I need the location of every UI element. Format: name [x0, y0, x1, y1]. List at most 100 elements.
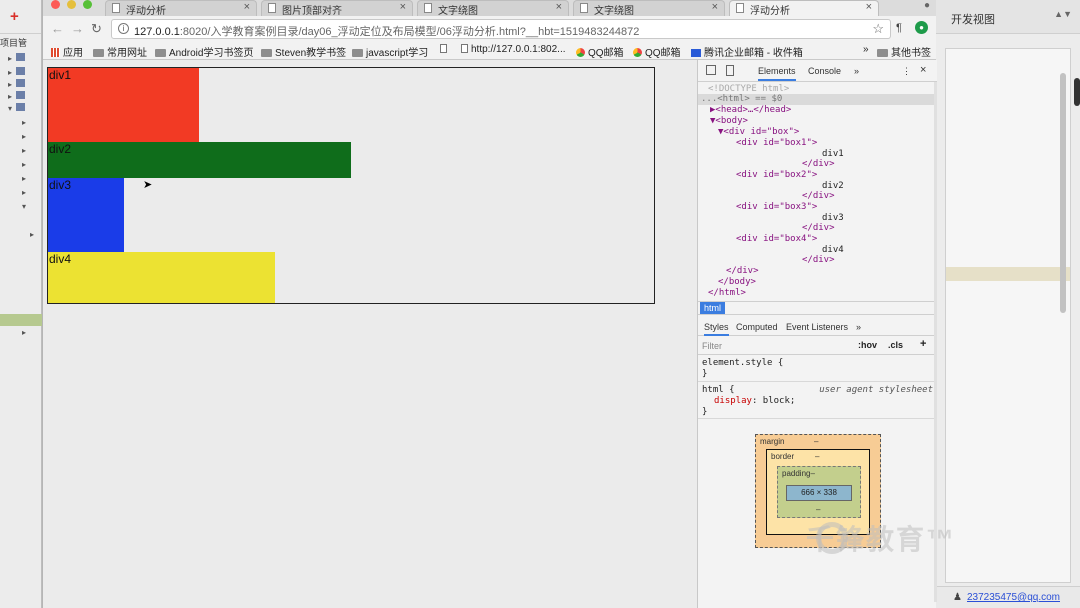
more-tabs-button[interactable]: » — [856, 322, 861, 332]
class-toggle[interactable]: .cls — [888, 340, 903, 350]
other-bookmarks[interactable]: 其他书签 — [877, 44, 931, 59]
border-top-value[interactable]: – — [815, 452, 819, 461]
browser-tab-active[interactable]: 浮动分析 × — [729, 0, 879, 17]
tree-item[interactable]: ▾ — [8, 102, 38, 113]
chevron-down-icon[interactable]: ▲▼ — [1054, 9, 1072, 19]
dom-doctype[interactable]: <!DOCTYPE html> — [708, 84, 789, 95]
more-tabs-button[interactable]: » — [854, 66, 859, 76]
dom-close-tag[interactable]: </html> — [708, 288, 746, 299]
rule-property[interactable]: display — [714, 396, 752, 406]
dom-head[interactable]: ▶<head>…</head> — [710, 105, 791, 116]
tab-computed[interactable]: Computed — [736, 322, 778, 332]
tree-item[interactable]: ▸ — [8, 78, 38, 89]
tree-item[interactable]: ▾ — [22, 200, 40, 211]
user-email-link[interactable]: 237235475@qq.com — [967, 592, 1060, 603]
close-icon[interactable]: × — [712, 1, 718, 13]
tree-item[interactable]: ▸ — [30, 228, 40, 239]
bookmark-star-icon[interactable]: ☆ — [872, 21, 884, 37]
dom-close-tag[interactable]: </body> — [718, 277, 756, 288]
bookmark-qq-mail[interactable]: QQ邮箱 — [576, 44, 624, 59]
devtools-scrollbar[interactable] — [934, 82, 937, 602]
tree-item[interactable]: ▸ — [8, 66, 38, 77]
dom-body[interactable]: ▼<body> — [710, 116, 748, 127]
dom-close-tag[interactable]: </div> — [802, 223, 835, 234]
dom-text[interactable]: div4 — [822, 245, 844, 256]
zoom-window-icon[interactable] — [83, 0, 92, 9]
breadcrumb-html[interactable]: html — [700, 302, 726, 314]
inspect-element-icon[interactable] — [706, 65, 716, 75]
hover-state-toggle[interactable]: :hov — [858, 340, 877, 350]
style-rule-element[interactable]: element.style { } — [698, 358, 937, 382]
dom-close-tag[interactable]: </div> — [802, 255, 835, 266]
tree-item[interactable]: ▸ — [22, 116, 40, 127]
qq-icon — [576, 48, 585, 57]
tree-item[interactable]: ▸ — [22, 326, 40, 337]
browser-tab[interactable]: 图片顶部对齐 × — [261, 0, 413, 17]
bookmark-folder[interactable]: javascript学习 — [352, 44, 428, 59]
dom-text[interactable]: div3 — [822, 213, 844, 224]
dom-box2[interactable]: <div id="box2"> — [736, 170, 817, 181]
tree-item[interactable]: ▸ — [22, 186, 40, 197]
tab-event-listeners[interactable]: Event Listeners — [786, 322, 848, 332]
tree-item[interactable]: ▸ — [8, 90, 38, 101]
add-icon[interactable]: + — [10, 8, 19, 25]
tree-item-selected[interactable] — [0, 314, 42, 326]
dom-close-tag[interactable]: </div> — [802, 159, 835, 170]
devtools-menu-icon[interactable]: ⋮ — [902, 66, 911, 77]
extension-green-icon[interactable]: ● — [915, 21, 928, 34]
reload-icon[interactable]: ↻ — [91, 21, 102, 37]
bookmark-page[interactable]: http://127.0.0.1:802... — [461, 44, 566, 55]
add-rule-button[interactable]: + — [920, 338, 926, 350]
margin-top-value[interactable]: – — [814, 437, 818, 446]
close-icon[interactable]: × — [400, 1, 406, 13]
bookmark-apps[interactable]: 应用 — [51, 44, 83, 59]
tree-item[interactable]: ▸ — [22, 158, 40, 169]
info-icon[interactable]: i — [118, 23, 129, 34]
view-switcher[interactable]: 开发视图 ▲▼ — [935, 0, 1080, 34]
dom-box1[interactable]: <div id="box1"> — [736, 138, 817, 149]
dom-close-tag[interactable]: </div> — [726, 266, 759, 277]
dom-box[interactable]: ▼<div id="box"> — [718, 127, 799, 138]
tab-elements[interactable]: Elements — [758, 66, 796, 81]
close-devtools-icon[interactable]: × — [920, 64, 926, 76]
back-icon[interactable]: ← — [51, 21, 64, 36]
style-rule-html[interactable]: html { user agent stylesheet display: bl… — [698, 385, 937, 419]
dom-close-tag[interactable]: </div> — [802, 191, 835, 202]
bookmark-page[interactable] — [440, 44, 450, 55]
browser-tab[interactable]: 浮动分析 × — [105, 0, 257, 17]
bookmark-folder[interactable]: Steven教学书签 — [261, 44, 346, 59]
close-icon[interactable]: × — [556, 1, 562, 13]
profile-icon[interactable]: ● — [924, 0, 930, 11]
bookmark-tencent-mail[interactable]: 腾讯企业邮箱 - 收件箱 — [691, 44, 803, 59]
browser-tab[interactable]: 文字绕图 × — [573, 0, 725, 17]
bookmark-folder[interactable]: 常用网址 — [93, 44, 147, 59]
dom-box3[interactable]: <div id="box3"> — [736, 202, 817, 213]
tab-styles[interactable]: Styles — [704, 322, 729, 336]
padding-bottom-value[interactable]: – — [816, 505, 820, 514]
device-toolbar-icon[interactable] — [726, 65, 734, 76]
tree-item[interactable]: ▸ — [22, 130, 40, 141]
close-icon[interactable]: × — [866, 1, 872, 13]
close-icon[interactable]: × — [244, 1, 250, 13]
tab-console[interactable]: Console — [808, 66, 841, 76]
filter-input[interactable]: Filter — [702, 341, 722, 351]
dom-html-selected[interactable]: ...<html> == $0 — [698, 94, 937, 105]
tree-item[interactable]: ▸ — [8, 52, 38, 63]
bookmarks-overflow-button[interactable]: » — [863, 44, 869, 55]
forward-icon[interactable]: → — [71, 21, 84, 36]
browser-tab[interactable]: 文字绕图 × — [417, 0, 569, 17]
tree-item[interactable]: ▸ — [22, 144, 40, 155]
bookmark-qq-mail[interactable]: QQ邮箱 — [633, 44, 681, 59]
box-model-content[interactable]: 666 × 338 — [786, 485, 852, 501]
dom-text[interactable]: div2 — [822, 181, 844, 192]
tree-item[interactable]: ▸ — [22, 172, 40, 183]
scrollbar[interactable] — [1060, 73, 1066, 313]
minimize-window-icon[interactable] — [67, 0, 76, 9]
extension-icon[interactable]: ¶ — [896, 22, 902, 34]
address-bar[interactable]: i 127.0.0.1:8020/入学教育案例目录/day06_浮动定位及布局模… — [111, 19, 891, 39]
rule-value[interactable]: block; — [763, 396, 796, 406]
dom-text[interactable]: div1 — [822, 149, 844, 160]
close-window-icon[interactable] — [51, 0, 60, 9]
bookmark-folder[interactable]: Android学习书签页 — [155, 44, 253, 59]
dom-box4[interactable]: <div id="box4"> — [736, 234, 817, 245]
